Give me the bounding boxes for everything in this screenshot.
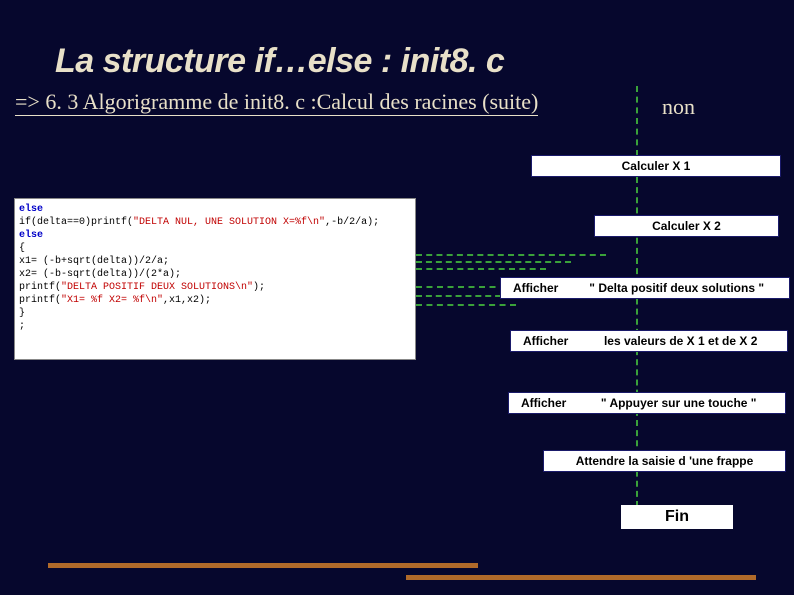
slide-subtitle: => 6. 3 Algorigramme de init8. c :Calcul… [15, 89, 538, 116]
code-text: if(delta==0)printf( [19, 217, 133, 228]
code-snippet: else if(delta==0)printf("DELTA NUL, UNE … [14, 198, 416, 360]
code-text: } [19, 307, 411, 320]
flow-step-wait-input: Attendre la saisie d 'une frappe [543, 450, 786, 472]
code-text: x2= (-b-sqrt(delta))/(2*a); [19, 268, 411, 281]
code-text: printf( [19, 282, 61, 293]
code-text: ; [19, 320, 411, 333]
connector-line [636, 86, 638, 156]
flow-terminator-fin: Fin [621, 505, 733, 529]
flow-step-calc-x2: Calculer X 2 [594, 215, 779, 237]
code-text: x1= (-b+sqrt(delta))/2/a; [19, 255, 411, 268]
footer-decoration [406, 575, 756, 580]
connector-line [416, 268, 546, 270]
footer-decoration [48, 563, 478, 568]
code-text: ); [253, 282, 265, 293]
display-label: Afficher [521, 396, 566, 410]
display-message: " Appuyer sur une touche " [580, 396, 777, 410]
code-text: ,-b/2/a); [325, 217, 379, 228]
display-message: les valeurs de X 1 et de X 2 [582, 334, 779, 348]
flow-step-display-press: Afficher " Appuyer sur une touche " [508, 392, 786, 414]
code-text: { [19, 242, 411, 255]
code-kw: else [19, 230, 43, 241]
code-string: "DELTA NUL, UNE SOLUTION X=%f\n" [133, 217, 325, 228]
display-label: Afficher [513, 281, 558, 295]
display-label: Afficher [523, 334, 568, 348]
code-string: "DELTA POSITIF DEUX SOLUTIONS\n" [61, 282, 253, 293]
flow-step-display-delta: Afficher " Delta positif deux solutions … [500, 277, 790, 299]
code-kw: else [19, 204, 43, 215]
display-message: " Delta positif deux solutions " [572, 281, 781, 295]
connector-line [416, 286, 506, 288]
flow-step-display-values: Afficher les valeurs de X 1 et de X 2 [510, 330, 788, 352]
connector-line [416, 304, 516, 306]
flow-step-calc-x1: Calculer X 1 [531, 155, 781, 177]
connector-line [416, 295, 511, 297]
branch-label-non: non [662, 94, 695, 120]
connector-line [416, 261, 571, 263]
code-text: ,x1,x2); [163, 295, 211, 306]
connector-line [416, 254, 606, 256]
slide-title: La structure if…else : init8. c [55, 42, 504, 81]
code-text: printf( [19, 295, 61, 306]
code-string: "X1= %f X2= %f\n" [61, 295, 163, 306]
